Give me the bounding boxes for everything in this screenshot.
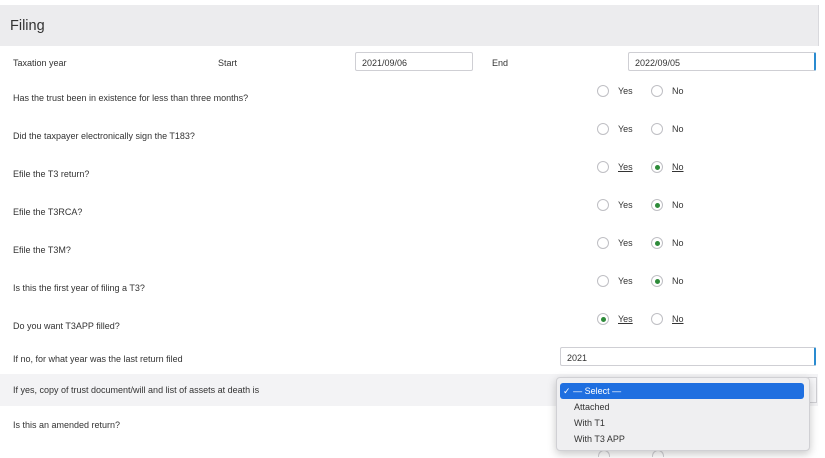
- last-return-label: If no, for what year was the last return…: [13, 354, 183, 364]
- hidden-no-radio: [652, 450, 664, 457]
- question-text: Efile the T3M?: [13, 245, 71, 255]
- yes-label[interactable]: Yes: [618, 200, 633, 210]
- hidden-yes-radio: [598, 450, 610, 457]
- amended-return-label: Is this an amended return?: [13, 420, 121, 430]
- question-row: Do you want T3APP filled? Yes No: [0, 306, 818, 338]
- question-text: Efile the T3RCA?: [13, 207, 83, 217]
- start-date-input[interactable]: 2021/09/06: [355, 52, 473, 71]
- question-row: Has the trust been in existence for less…: [0, 78, 818, 110]
- no-label[interactable]: No: [672, 124, 684, 134]
- question-row: Is this the first year of filing a T3? Y…: [0, 268, 818, 300]
- yes-radio[interactable]: [597, 123, 609, 135]
- yes-label[interactable]: Yes: [618, 314, 633, 324]
- no-radio[interactable]: [651, 313, 663, 325]
- yes-label[interactable]: Yes: [618, 162, 633, 172]
- yes-label[interactable]: Yes: [618, 276, 633, 286]
- no-label[interactable]: No: [672, 86, 684, 96]
- no-radio[interactable]: [651, 161, 663, 173]
- end-date-input[interactable]: 2022/09/05: [628, 52, 816, 71]
- yes-label[interactable]: Yes: [618, 238, 633, 248]
- option-attached[interactable]: Attached: [560, 399, 804, 415]
- option-label: — Select —: [573, 386, 622, 396]
- yes-radio[interactable]: [597, 237, 609, 249]
- question-row: Did the taxpayer electronically sign the…: [0, 116, 818, 148]
- start-label: Start: [218, 58, 238, 68]
- trust-document-label: If yes, copy of trust document/will and …: [13, 385, 260, 395]
- last-return-year-input[interactable]: 2021: [560, 347, 816, 366]
- yes-radio[interactable]: [597, 275, 609, 287]
- yes-radio[interactable]: [597, 199, 609, 211]
- no-label[interactable]: No: [672, 238, 684, 248]
- no-label[interactable]: No: [672, 314, 684, 324]
- yes-radio[interactable]: [597, 161, 609, 173]
- yes-label[interactable]: Yes: [618, 86, 633, 96]
- question-row: Efile the T3M? Yes No: [0, 230, 818, 262]
- no-radio[interactable]: [651, 237, 663, 249]
- section-title: Filing: [10, 18, 45, 34]
- check-icon: ✓: [563, 386, 571, 396]
- no-label[interactable]: No: [672, 200, 684, 210]
- yes-radio[interactable]: [597, 313, 609, 325]
- no-radio[interactable]: [651, 123, 663, 135]
- last-return-row: If no, for what year was the last return…: [0, 342, 818, 374]
- no-label[interactable]: No: [672, 276, 684, 286]
- option-with-t3-app[interactable]: With T3 APP: [560, 431, 804, 447]
- no-radio[interactable]: [651, 199, 663, 211]
- end-label: End: [492, 58, 509, 68]
- option-select[interactable]: ✓ — Select —: [560, 383, 804, 399]
- question-text: Do you want T3APP filled?: [13, 321, 120, 331]
- option-with-t1[interactable]: With T1: [560, 415, 804, 431]
- question-text: Did the taxpayer electronically sign the…: [13, 131, 195, 141]
- section-header: Filing: [0, 5, 819, 46]
- question-row: Efile the T3RCA? Yes No: [0, 192, 818, 224]
- trust-document-dropdown: ✓ — Select — Attached With T1 With T3 AP…: [556, 377, 810, 451]
- yes-radio[interactable]: [597, 85, 609, 97]
- no-radio[interactable]: [651, 85, 663, 97]
- no-radio[interactable]: [651, 275, 663, 287]
- taxation-year-row: Taxation year Start 2021/09/06 End 2022/…: [0, 46, 818, 78]
- question-text: Has the trust been in existence for less…: [13, 93, 249, 103]
- question-text: Is this the first year of filing a T3?: [13, 283, 145, 293]
- question-row: Efile the T3 return? Yes No: [0, 154, 818, 186]
- no-label[interactable]: No: [672, 162, 684, 172]
- question-text: Efile the T3 return?: [13, 169, 90, 179]
- taxation-year-label: Taxation year: [13, 58, 67, 68]
- yes-label[interactable]: Yes: [618, 124, 633, 134]
